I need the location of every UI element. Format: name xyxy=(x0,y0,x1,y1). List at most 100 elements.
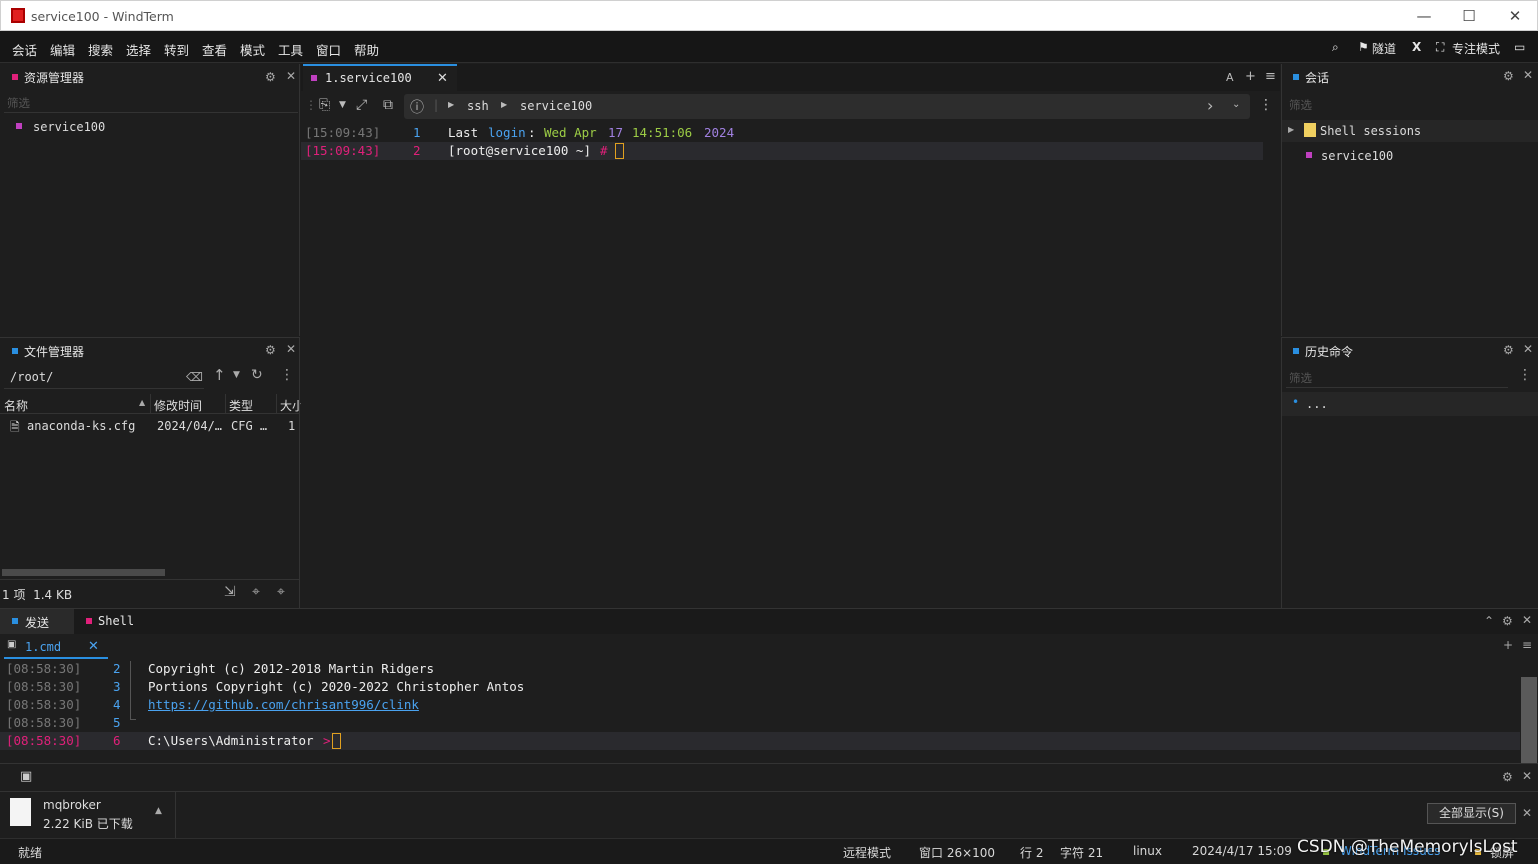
explorer-close-icon[interactable]: ✕ xyxy=(286,69,296,83)
new-session-icon[interactable]: ⎘ xyxy=(319,97,330,113)
file-type: CFG … xyxy=(231,419,268,433)
sessions-filter-input[interactable]: 筛选 xyxy=(1289,97,1312,113)
goto-folder-icon[interactable]: ⇲ xyxy=(224,584,236,600)
tab-send[interactable]: 发送 xyxy=(0,609,74,634)
chevron-down-icon[interactable]: ▼ xyxy=(339,100,346,110)
info-icon[interactable]: ⓘ xyxy=(410,97,424,117)
sync-location-icon[interactable]: ⌖ xyxy=(277,584,285,600)
up-arrow-icon[interactable]: ↑ xyxy=(213,366,226,384)
menu-view[interactable]: 查看 xyxy=(202,40,227,59)
breadcrumb-ssh[interactable]: ssh xyxy=(467,99,489,113)
tunnel-button[interactable]: 隧道 xyxy=(1372,40,1396,57)
file-name: anaconda-ks.cfg xyxy=(27,419,136,433)
maximize-button[interactable]: ☐ xyxy=(1449,5,1489,27)
new-tab-icon[interactable]: + xyxy=(1245,69,1256,84)
bottom-close-icon[interactable]: ✕ xyxy=(1522,613,1532,627)
sessions-close-icon[interactable]: ✕ xyxy=(1523,68,1533,82)
download-settings-icon[interactable]: ⚙ xyxy=(1502,770,1513,784)
breadcrumb-arrow-icon: ▶ xyxy=(501,100,508,109)
drag-handle-icon[interactable]: ⋮ xyxy=(305,98,317,112)
duplicate-icon[interactable]: ⧉ xyxy=(383,97,393,113)
session-item[interactable]: service100 xyxy=(1306,149,1526,167)
status-remote-mode[interactable]: 远程模式 xyxy=(843,844,891,861)
history-more-icon[interactable]: ⋮ xyxy=(1518,367,1532,383)
col-mtime[interactable]: 修改时间 xyxy=(154,397,202,414)
file-manager-close-icon[interactable]: ✕ xyxy=(286,342,296,356)
more-icon[interactable]: ⋮ xyxy=(280,367,294,383)
subtab-cmd[interactable]: ▣ 1.cmd ✕ xyxy=(4,637,108,659)
collapse-icon[interactable]: ⌃ xyxy=(1484,614,1494,628)
tab-menu-icon[interactable]: ≡ xyxy=(1265,69,1276,84)
detach-icon[interactable]: ⤢ xyxy=(356,97,367,113)
tab-shell[interactable]: Shell xyxy=(80,609,150,634)
history-settings-icon[interactable]: ⚙ xyxy=(1503,343,1514,357)
file-icon xyxy=(10,798,31,826)
menu-mode[interactable]: 模式 xyxy=(240,40,265,59)
explorer-settings-icon[interactable]: ⚙ xyxy=(265,70,276,84)
download-panel-icon[interactable]: ▣ xyxy=(20,769,32,784)
table-row[interactable]: 🗎 anaconda-ks.cfg 2024/04/… CFG … 1 xyxy=(0,418,300,436)
menu-select[interactable]: 选择 xyxy=(126,40,151,59)
menu-tools[interactable]: 工具 xyxy=(278,40,303,59)
file-manager-settings-icon[interactable]: ⚙ xyxy=(265,343,276,357)
explorer-filter-input[interactable]: 筛选 xyxy=(7,95,30,111)
horizontal-scrollbar[interactable] xyxy=(2,569,165,576)
clear-path-icon[interactable]: ⌫ xyxy=(186,370,203,384)
history-item[interactable]: • ... xyxy=(1282,392,1538,416)
menu-search[interactable]: 搜索 xyxy=(88,40,113,59)
explorer-header: 资源管理器 xyxy=(12,69,300,93)
subtab-close-icon[interactable]: ✕ xyxy=(88,639,99,654)
chevron-up-icon[interactable]: ▲ xyxy=(155,806,162,816)
go-icon[interactable]: › xyxy=(1207,96,1213,115)
breadcrumb-host[interactable]: service100 xyxy=(520,99,592,113)
refresh-icon[interactable]: ↻ xyxy=(251,367,263,383)
download-item[interactable]: mqbroker 2.22 KiB 已下载 ▲ xyxy=(0,792,176,838)
clink-link[interactable]: https://github.com/chrisant996/clink xyxy=(148,697,419,712)
terminal-line: [15:09:43] 2 [root@service100 ~] # xyxy=(301,143,1271,161)
show-all-button[interactable]: 全部显示(S) xyxy=(1427,803,1516,824)
chevron-down-icon[interactable]: ⌄ xyxy=(1232,99,1240,110)
subtab-menu-icon[interactable]: ≡ xyxy=(1522,638,1532,652)
chevron-down-icon[interactable]: ▼ xyxy=(233,370,240,380)
bottom-settings-icon[interactable]: ⚙ xyxy=(1502,614,1513,628)
tab-label: 1.service100 xyxy=(325,71,412,85)
col-type[interactable]: 类型 xyxy=(229,397,253,414)
tab-service100[interactable]: 1.service100 ✕ xyxy=(303,64,457,91)
location-pin-icon[interactable]: ⌖ xyxy=(252,584,260,600)
session-group[interactable]: ▶ Shell sessions xyxy=(1282,120,1538,142)
download-panel: ▣ ⚙ ✕ mqbroker 2.22 KiB 已下载 ▲ 全部显示(S) ✕ xyxy=(0,763,1538,838)
col-name[interactable]: 名称 xyxy=(4,397,28,414)
download-bar-close-icon[interactable]: ✕ xyxy=(1522,806,1532,820)
vertical-scrollbar[interactable] xyxy=(1521,677,1537,763)
tab-close-icon[interactable]: ✕ xyxy=(437,71,448,86)
search-icon[interactable]: ⌕ xyxy=(1332,40,1339,55)
layout-icon[interactable]: ▭ xyxy=(1514,40,1525,54)
menu-session[interactable]: 会话 xyxy=(12,40,37,59)
font-icon[interactable]: A xyxy=(1226,71,1234,84)
explorer-title: 资源管理器 xyxy=(24,71,85,85)
explorer-item[interactable]: service100 xyxy=(16,120,286,138)
focus-mode-button[interactable]: 专注模式 xyxy=(1452,40,1500,57)
shell-output[interactable]: [08:58:30] 2 Copyright (c) 2012-2018 Mar… xyxy=(0,661,1520,757)
new-subtab-icon[interactable]: + xyxy=(1503,638,1513,652)
path-input[interactable]: /root/ xyxy=(10,370,53,384)
address-bar[interactable]: ⓘ | ▶ ssh ▶ service100 › ⌄ xyxy=(404,94,1250,119)
explorer-panel: 资源管理器 ⚙ ✕ 筛选 service100 xyxy=(0,64,300,336)
sessions-panel: 会话 ⚙ ✕ 筛选 ▶ Shell sessions service100 xyxy=(1281,64,1538,336)
file-table-header: 名称 ▲ 修改时间 类型 大小 xyxy=(0,394,304,414)
terminal-output[interactable]: [15:09:43] 1 Last login : Wed Apr 17 14:… xyxy=(301,125,1280,165)
terminal-area: 1.service100 ✕ A + ≡ ⋮ ⎘ ▼ ⤢ ⧉ ⓘ | ▶ ssh… xyxy=(301,64,1280,608)
sessions-settings-icon[interactable]: ⚙ xyxy=(1503,69,1514,83)
toolbar-more-icon[interactable]: ⋮ xyxy=(1259,97,1273,113)
close-button[interactable]: ✕ xyxy=(1495,5,1535,27)
history-close-icon[interactable]: ✕ xyxy=(1523,342,1533,356)
menu-edit[interactable]: 编辑 xyxy=(50,40,75,59)
expand-arrow-icon[interactable]: ▶ xyxy=(1288,125,1294,134)
history-filter-input[interactable]: 筛选 xyxy=(1289,370,1312,386)
x-button[interactable]: X xyxy=(1412,40,1421,54)
minimize-button[interactable]: — xyxy=(1404,5,1444,27)
download-close-icon[interactable]: ✕ xyxy=(1522,769,1532,783)
menu-goto[interactable]: 转到 xyxy=(164,40,189,59)
menu-window[interactable]: 窗口 xyxy=(316,40,341,59)
menu-help[interactable]: 帮助 xyxy=(354,40,379,59)
